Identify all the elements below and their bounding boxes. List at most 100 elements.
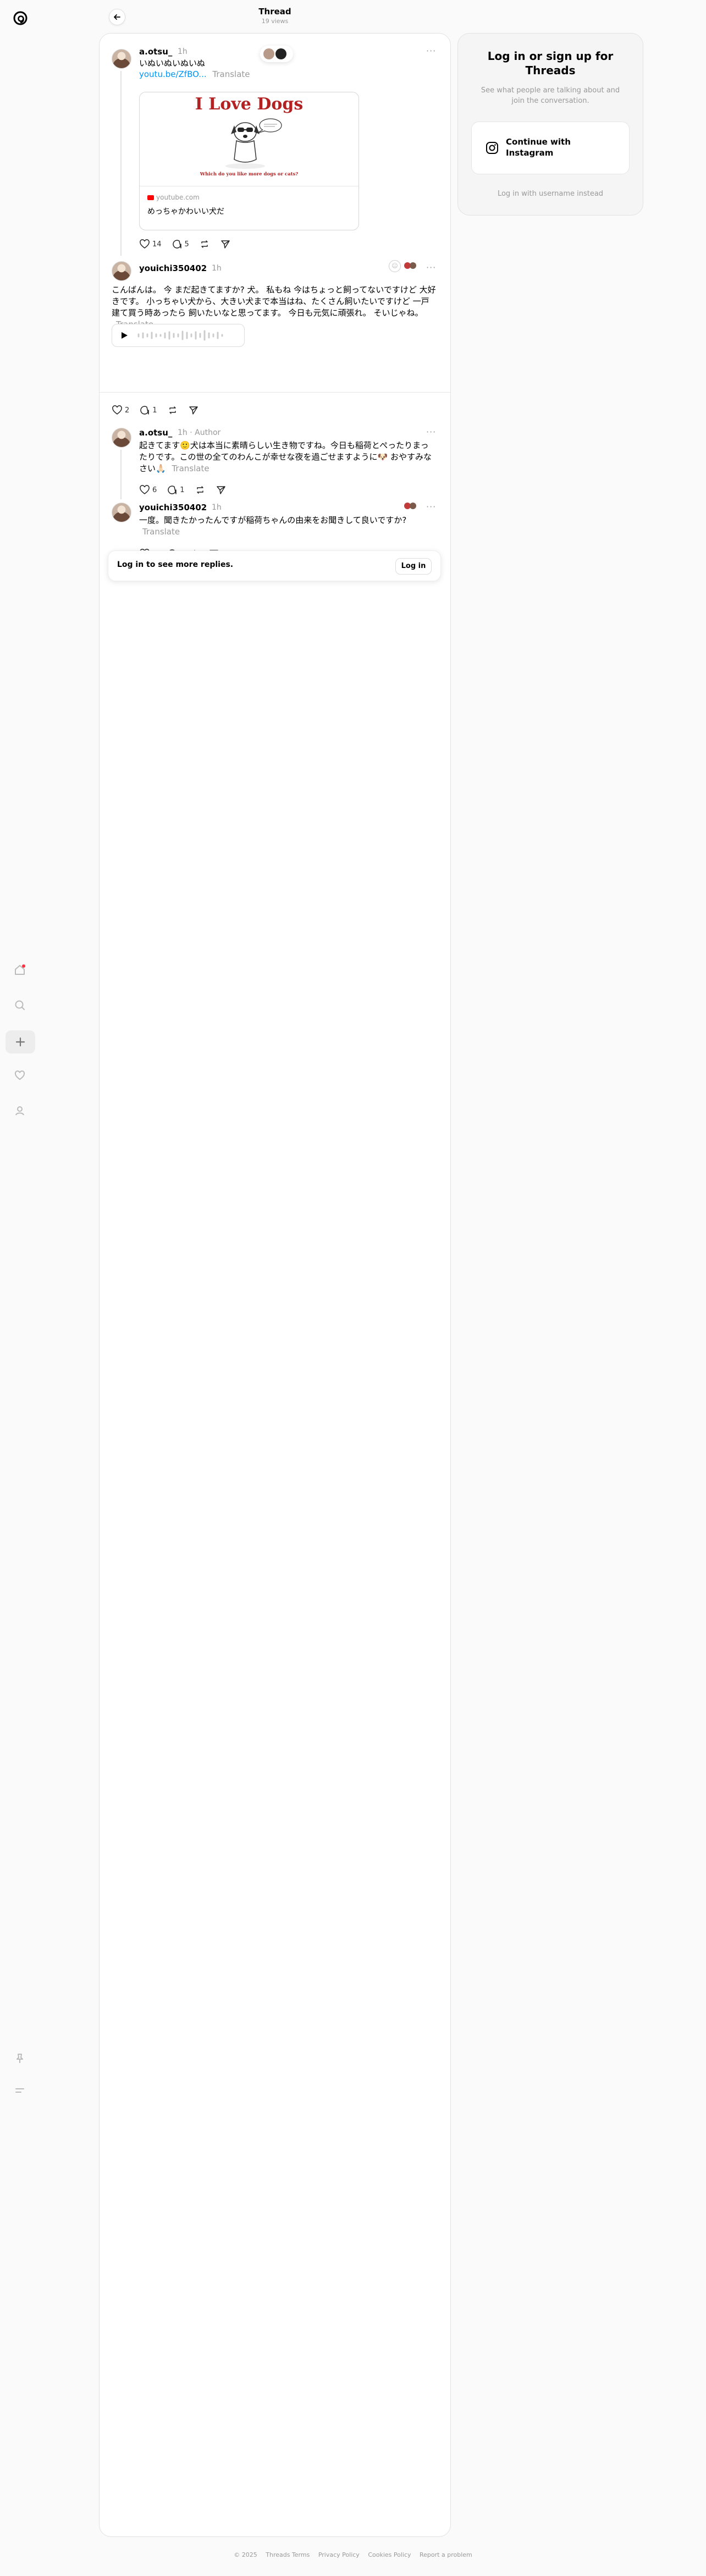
- share-button[interactable]: [216, 484, 227, 495]
- post-username[interactable]: a.otsu_: [139, 47, 172, 57]
- comment-icon: [168, 486, 177, 494]
- thread-card: a.otsu_ 1h ··· いぬいぬいぬいぬ youtu.be/ZfBO...…: [99, 33, 451, 2537]
- post-time: 1h: [178, 428, 187, 437]
- activity-icon[interactable]: [11, 1067, 29, 1084]
- pin-icon[interactable]: [11, 2050, 29, 2067]
- badge-icon: [404, 261, 417, 270]
- continue-with-instagram-button[interactable]: Continue with Instagram: [471, 122, 630, 174]
- footer-link-cookies[interactable]: Cookies Policy: [368, 2551, 411, 2558]
- post: a.otsu_ 1h ··· いぬいぬいぬいぬ youtu.be/ZfBO...…: [100, 34, 450, 256]
- username-login-link[interactable]: Log in with username instead: [458, 190, 643, 198]
- post-time: 1h: [212, 503, 222, 512]
- post-time: 1h: [212, 264, 222, 273]
- play-icon[interactable]: [120, 331, 129, 340]
- create-icon[interactable]: [5, 1030, 35, 1053]
- divider: [100, 392, 450, 393]
- more-options-icon[interactable]: ···: [426, 262, 436, 273]
- thread-line: [120, 450, 122, 499]
- login-banner: Log in to see more replies. Log in: [108, 550, 441, 581]
- heart-icon: [140, 485, 150, 494]
- post-text: いぬいぬいぬいぬ: [139, 58, 206, 68]
- share-icon: [216, 486, 225, 494]
- thread-line: [120, 71, 122, 256]
- dog-illustration: [225, 118, 282, 169]
- footer-link-report[interactable]: Report a problem: [420, 2551, 472, 2558]
- translate-link[interactable]: Translate: [212, 69, 250, 79]
- search-icon[interactable]: [11, 996, 29, 1014]
- preview-caption: Which do you like more dogs or cats?: [200, 172, 299, 177]
- signup-title: Log in or sign up for Threads: [487, 49, 614, 77]
- avatar[interactable]: [112, 261, 131, 281]
- profile-icon[interactable]: [11, 1102, 29, 1119]
- like-button[interactable]: 2: [112, 405, 129, 416]
- author-badge: Author: [195, 428, 221, 437]
- more-options-icon[interactable]: ···: [426, 46, 436, 56]
- copyright: © 2025: [234, 2551, 257, 2558]
- comment-icon: [172, 240, 181, 249]
- heart-icon: [140, 239, 150, 249]
- post-link[interactable]: youtu.be/ZfBO...: [139, 69, 207, 79]
- translate-link[interactable]: Translate: [142, 527, 180, 537]
- post-actions: 2 1: [112, 403, 199, 417]
- like-count: 2: [125, 406, 130, 415]
- reply-count: 1: [180, 486, 185, 494]
- badge-icon: [404, 501, 417, 510]
- login-banner-text: Log in to see more replies.: [117, 560, 234, 569]
- reply-button[interactable]: 1: [139, 405, 157, 416]
- preview-image: I Love Dogs Which do you like more dogs …: [140, 92, 358, 186]
- repost-button[interactable]: [195, 484, 206, 495]
- threads-logo-icon[interactable]: [10, 8, 31, 29]
- translate-link[interactable]: Translate: [172, 464, 209, 473]
- repost-button[interactable]: [167, 405, 178, 416]
- like-count: 6: [152, 486, 157, 494]
- reply-count: 5: [184, 240, 189, 249]
- preview-source: youtube.com: [156, 194, 200, 201]
- instagram-button-label: Continue with Instagram: [506, 137, 571, 158]
- signup-card: Log in or sign up for Threads See what p…: [457, 33, 643, 216]
- share-button[interactable]: [188, 405, 199, 416]
- home-icon[interactable]: [11, 961, 29, 979]
- audio-player[interactable]: [112, 324, 245, 347]
- waveform: [137, 330, 223, 341]
- login-button[interactable]: Log in: [395, 558, 432, 575]
- footer-link-terms[interactable]: Threads Terms: [266, 2551, 310, 2558]
- post-username[interactable]: youichi350402: [139, 503, 207, 512]
- repost-button[interactable]: [199, 239, 210, 250]
- post-actions: 14 5: [139, 237, 231, 251]
- preview-headline: I Love Dogs: [195, 95, 304, 114]
- post-text: 起きてます🙂犬は本当に素晴らしい生き物ですね。今日も稲荷とぺったりまったりです。…: [139, 440, 432, 473]
- avatar[interactable]: [112, 49, 131, 69]
- post-text: 一度。聞きたかったんですが稲荷ちゃんの由来をお聞きして良いですか? Transl…: [139, 515, 407, 537]
- repost-icon: [196, 486, 203, 494]
- comment-icon: [140, 406, 150, 415]
- repost-icon: [169, 406, 176, 414]
- post-time: 1h: [178, 47, 187, 56]
- reply-count: 1: [152, 406, 157, 415]
- repost-icon: [201, 240, 208, 248]
- post-actions: 6 1: [139, 483, 227, 497]
- sidebar: [0, 0, 42, 2576]
- share-icon: [189, 406, 198, 415]
- footer-link-privacy[interactable]: Privacy Policy: [318, 2551, 360, 2558]
- emoji-reaction-icon[interactable]: ☺: [389, 260, 401, 272]
- reply-button[interactable]: 1: [167, 484, 185, 495]
- post: youichi350402 1h ☺ ··· こんばんは。 今 まだ起きてますか…: [100, 253, 450, 424]
- like-count: 14: [152, 240, 162, 249]
- like-button[interactable]: 14: [139, 239, 162, 250]
- avatar[interactable]: [112, 428, 131, 448]
- more-options-icon[interactable]: ···: [426, 501, 436, 512]
- thread-header: Thread 19 views: [99, 0, 451, 33]
- reply-button[interactable]: 5: [172, 239, 189, 250]
- share-icon: [221, 240, 230, 249]
- share-button[interactable]: [220, 239, 231, 250]
- like-button[interactable]: 6: [139, 484, 157, 495]
- preview-title: めっちゃかわいい犬だ: [147, 207, 224, 216]
- footer: © 2025 Threads Terms Privacy Policy Cook…: [0, 2551, 706, 2558]
- more-options-icon[interactable]: ···: [426, 427, 436, 437]
- avatar[interactable]: [112, 503, 131, 522]
- menu-icon[interactable]: [11, 2082, 29, 2099]
- youtube-icon: [147, 195, 154, 200]
- post-username[interactable]: youichi350402: [139, 263, 207, 273]
- link-preview-card[interactable]: I Love Dogs Which do you like more dogs …: [139, 92, 359, 230]
- post-username[interactable]: a.otsu_: [139, 428, 172, 438]
